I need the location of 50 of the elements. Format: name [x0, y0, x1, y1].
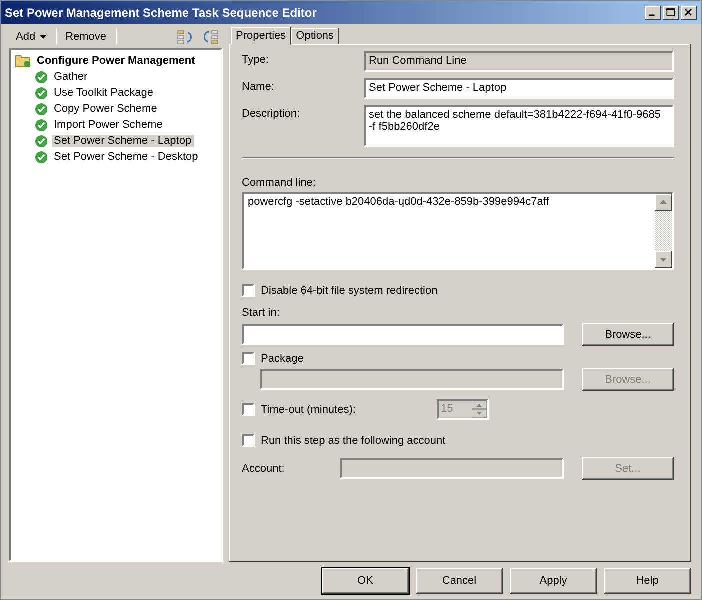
tree-item[interactable]: Use Toolkit Package: [52, 87, 156, 100]
dialog-button[interactable]: Apply: [510, 568, 597, 594]
dialog-button[interactable]: Cancel: [416, 568, 503, 594]
remove-button[interactable]: Remove: [62, 30, 110, 44]
tree-item[interactable]: Set Power Scheme - Laptop: [52, 135, 194, 148]
move-up-icon[interactable]: [177, 29, 195, 46]
add-menu-button[interactable]: Add: [13, 30, 50, 44]
scroll-down-icon[interactable]: [655, 251, 672, 268]
checkbox[interactable]: [242, 434, 255, 448]
name-label: Name:: [242, 80, 276, 94]
type-field[interactable]: Run Command Line: [364, 51, 674, 72]
start-in-label: Start in:: [242, 307, 281, 320]
description-label: Description:: [242, 107, 302, 120]
maximize-icon[interactable]: [663, 6, 679, 20]
caret-icon: [40, 35, 47, 40]
check-circle-icon: [35, 134, 48, 148]
window-title: Set Power Management Scheme Task Sequence Editor: [5, 6, 318, 20]
tab[interactable]: Properties: [231, 27, 292, 46]
folder-icon: [15, 54, 31, 68]
checkbox-label: Time-out (minutes):: [261, 404, 357, 416]
check-circle-icon: [35, 102, 48, 116]
dialog-button[interactable]: Help: [604, 568, 691, 594]
command-line-field[interactable]: powercfg -setactive b20406da-ɥd0d-432e-859b-399e994c7aff: [242, 192, 674, 270]
close-icon[interactable]: [681, 6, 697, 20]
browse-button[interactable]: Browse...: [582, 323, 674, 346]
name-field[interactable]: Set Power Scheme - Laptop: [364, 78, 674, 100]
command-line-label: Command line:: [242, 177, 317, 190]
scroll-up-icon[interactable]: [655, 194, 672, 212]
tree-item[interactable]: Import Power Scheme: [52, 119, 165, 132]
tree-item[interactable]: Gather: [52, 71, 90, 84]
checkbox-label: Run this step as the following account: [261, 434, 446, 447]
tree-item[interactable]: Set Power Scheme - Desktop: [52, 151, 200, 164]
tree-item[interactable]: Copy Power Scheme: [52, 103, 160, 116]
check-circle-icon: [35, 70, 48, 84]
scrollbar[interactable]: [655, 194, 672, 268]
check-circle-icon: [35, 86, 48, 100]
dialog-button[interactable]: OK: [322, 568, 409, 594]
check-circle-icon: [35, 118, 48, 132]
checkbox[interactable]: [242, 284, 255, 298]
account-label: Account:: [242, 462, 286, 475]
move-down-icon[interactable]: [201, 29, 219, 46]
tree-item[interactable]: Configure Power Management: [35, 55, 198, 68]
checkbox-label: Disable 64-bit file system redirection: [261, 284, 438, 297]
checkbox-label: Package: [261, 352, 304, 365]
tab[interactable]: Options: [291, 28, 340, 44]
type-label: Type:: [242, 53, 270, 66]
start-in-field[interactable]: [242, 324, 564, 346]
minimize-icon[interactable]: [645, 6, 661, 20]
check-circle-icon: [35, 150, 48, 164]
description-field[interactable]: set the balanced scheme default=381b4222-f694-41f0-9685 -f f5bb260df2e: [364, 105, 674, 148]
